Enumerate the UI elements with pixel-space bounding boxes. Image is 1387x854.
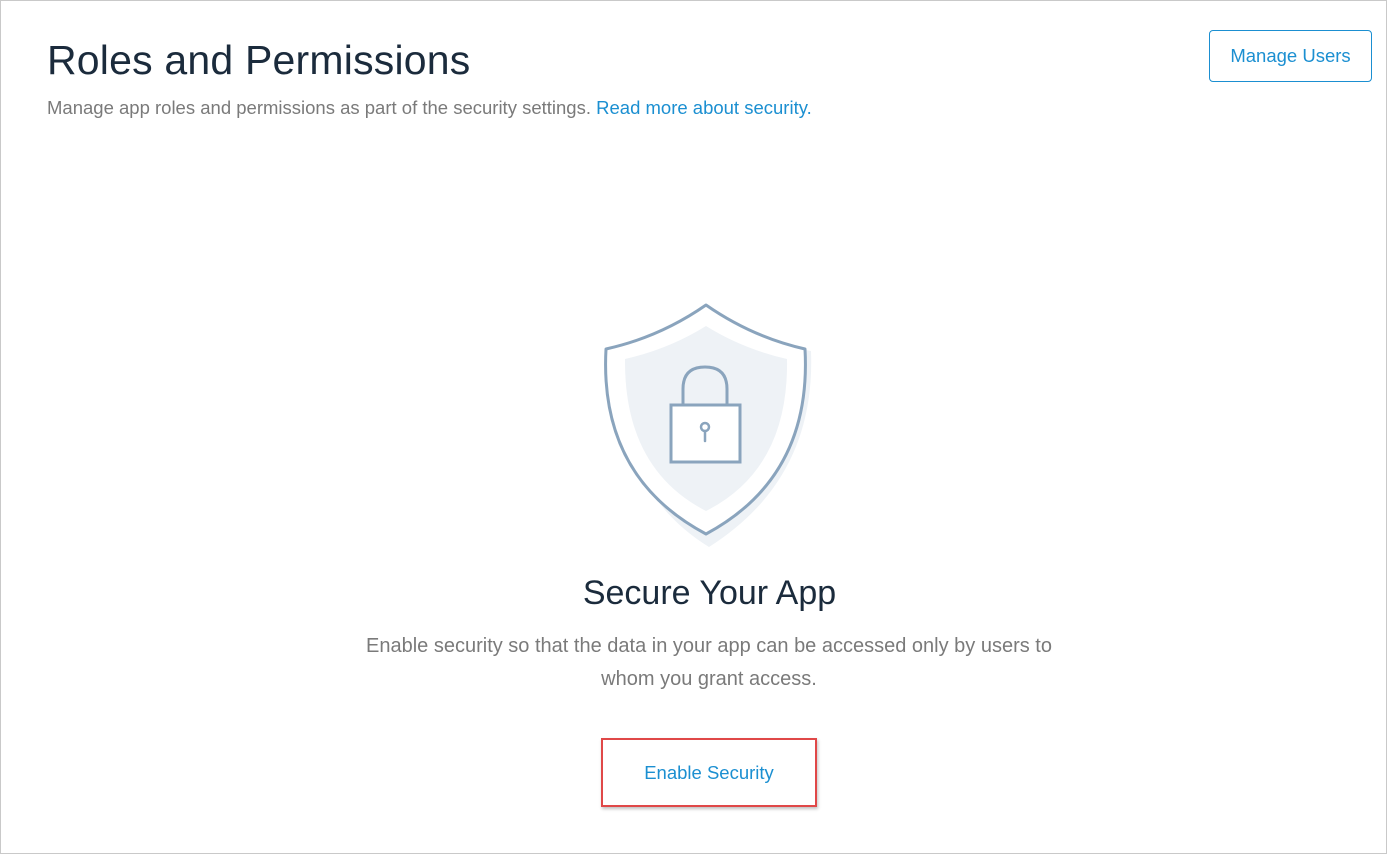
page-title: Roles and Permissions [47, 37, 471, 83]
read-more-security-link[interactable]: Read more about security. [596, 97, 812, 118]
empty-state-title: Secure Your App [582, 574, 837, 612]
empty-state-description: Enable security so that the data in your… [366, 635, 1052, 690]
page-subtitle: Manage app roles and permissions as part… [47, 97, 812, 119]
enable-security-button[interactable]: Enable Security [601, 738, 817, 807]
roles-permissions-page: Roles and Permissions Manage app roles a… [0, 0, 1387, 854]
manage-users-button[interactable]: Manage Users [1209, 30, 1372, 82]
subtitle-text: Manage app roles and permissions as part… [47, 97, 591, 118]
shield-lock-icon [597, 299, 819, 551]
